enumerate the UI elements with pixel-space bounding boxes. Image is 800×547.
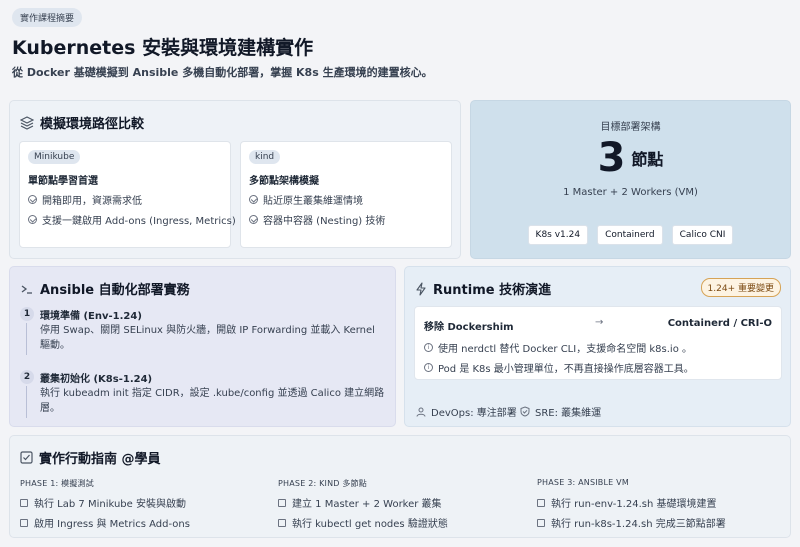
step-title: 叢集初始化 (K8s-1.24)	[40, 374, 153, 385]
action-guide-panel: 實作行動指南 @學員 PHASE 1: 模擬測試 執行 Lab 7 Miniku…	[9, 435, 791, 538]
phase-2: PHASE 2: KIND 多節點 建立 1 Master + 2 Worker…	[278, 478, 448, 530]
check-circle-icon	[28, 195, 37, 204]
node-count-number: 3	[597, 135, 626, 181]
list-item: 開箱即用，資源需求低	[28, 192, 142, 207]
summary-badge: 實作課程摘要	[12, 8, 83, 27]
task-item[interactable]: 執行 kubectl get nodes 驗證狀態	[278, 515, 448, 530]
minikube-tag: Minikube	[28, 150, 81, 164]
step-desc: 執行 kubeadm init 指定 CIDR，設定 .kube/config …	[40, 388, 385, 414]
task-item[interactable]: 執行 run-env-1.24.sh 基礎環境建置	[537, 495, 717, 510]
k8s-version-badge: K8s v1.24	[527, 225, 589, 245]
containerd-badge: Containerd	[597, 225, 663, 245]
checkbox[interactable]	[537, 498, 545, 507]
role-devops: DevOps: 專注部署	[416, 404, 517, 419]
task-item[interactable]: 執行 Lab 7 Minikube 安裝與啟動	[20, 495, 186, 510]
checkbox[interactable]	[278, 518, 286, 527]
list-item: 支援一鍵啟用 Add-ons (Ingress, Metrics)	[28, 212, 236, 227]
removed-item: 移除 Dockershim	[424, 322, 514, 333]
runtime-title: Runtime 技術演進	[433, 283, 552, 298]
shield-check-icon	[520, 406, 530, 417]
arrow-right-icon: →	[595, 317, 604, 328]
replacement-item: Containerd / CRI-O	[667, 318, 772, 329]
env-compare-title: 模擬環境路徑比較	[40, 117, 145, 132]
phase-label: PHASE 2: KIND 多節點	[278, 479, 368, 488]
target-label: 目標部署架構	[600, 122, 661, 133]
phase-1: PHASE 1: 模擬測試 執行 Lab 7 Minikube 安裝與啟動 啟用…	[20, 478, 190, 530]
check-circle-icon	[249, 195, 258, 204]
task-item[interactable]: 執行 run-k8s-1.24.sh 完成三節點部署	[537, 515, 726, 530]
runtime-panel: Runtime 技術演進 1.24+ 重要變更 移除 Dockershim → …	[404, 266, 791, 427]
role-sre: SRE: 叢集維運	[520, 404, 601, 419]
check-circle-icon	[249, 215, 258, 224]
action-guide-title: 實作行動指南 @學員	[39, 452, 161, 467]
runtime-note: i Pod 是 K8s 最小管理單位，不再直接操作底層容器工具。	[424, 360, 694, 375]
checkbox[interactable]	[278, 498, 286, 507]
terminal-icon	[20, 282, 34, 296]
node-count: 3 節點	[471, 135, 790, 181]
kind-card: kind 多節點架構模擬 貼近原生叢集維運情境 容器中容器 (Nesting) …	[240, 141, 452, 248]
info-icon: i	[424, 343, 433, 352]
checkbox[interactable]	[20, 518, 28, 527]
minikube-card: Minikube 單節點學習首選 開箱即用，資源需求低 支援一鍵啟用 Add-o…	[19, 141, 236, 248]
step-divider	[26, 323, 27, 355]
ansible-title: Ansible 自動化部署實務	[40, 283, 190, 298]
kind-tag: kind	[249, 150, 281, 164]
task-item[interactable]: 啟用 Ingress 與 Metrics Add-ons	[20, 515, 190, 530]
check-circle-icon	[28, 215, 37, 224]
ansible-panel: Ansible 自動化部署實務 1 環境準備 (Env-1.24) 停用 Swa…	[9, 266, 396, 427]
phase-label: PHASE 1: 模擬測試	[20, 479, 94, 488]
version-change-badge: 1.24+ 重要變更	[700, 278, 781, 297]
env-compare-panel: 模擬環境路徑比較 Minikube 單節點學習首選 開箱即用，資源需求低 支援一…	[9, 100, 461, 259]
step-number: 2	[20, 370, 34, 384]
step-divider	[26, 386, 27, 418]
checkbox[interactable]	[537, 518, 545, 527]
layers-icon	[20, 115, 34, 130]
task-item[interactable]: 建立 1 Master + 2 Worker 叢集	[278, 495, 442, 510]
runtime-change-card: 移除 Dockershim → Containerd / CRI-O i 使用 n…	[414, 306, 782, 380]
runtime-note: i 使用 nerdctl 替代 Docker CLI，支援命名空間 k8s.io …	[424, 340, 692, 355]
step-title: 環境準備 (Env-1.24)	[40, 311, 142, 322]
minikube-card-title: 單節點學習首選	[28, 176, 98, 187]
page-title: Kubernetes 安裝與環境建構實作	[12, 37, 314, 59]
target-desc: 1 Master + 2 Workers (VM)	[563, 187, 698, 198]
checkbox-checked-icon	[20, 451, 33, 464]
list-item: 容器中容器 (Nesting) 技術	[249, 212, 385, 227]
phase-label: PHASE 3: ANSIBLE VM	[537, 478, 629, 487]
step-desc: 停用 Swap、關閉 SELinux 與防火牆，開啟 IP Forwarding…	[40, 325, 375, 351]
checkbox[interactable]	[20, 498, 28, 507]
kind-card-title: 多節點架構模擬	[249, 176, 319, 187]
page-subtitle: 從 Docker 基礎模擬到 Ansible 多機自動化部署，掌握 K8s 生產…	[12, 66, 433, 79]
step-number: 1	[20, 307, 34, 321]
info-icon: i	[424, 363, 433, 372]
target-architecture-panel: 目標部署架構 3 節點 1 Master + 2 Workers (VM) K8s…	[470, 100, 791, 259]
node-count-unit: 節點	[631, 150, 664, 169]
user-icon	[416, 407, 426, 417]
lightning-icon	[415, 281, 427, 296]
list-item: 貼近原生叢集維運情境	[249, 192, 363, 207]
calico-badge: Calico CNI	[671, 225, 734, 245]
phase-3: PHASE 3: ANSIBLE VM 執行 run-env-1.24.sh 基…	[537, 478, 726, 530]
